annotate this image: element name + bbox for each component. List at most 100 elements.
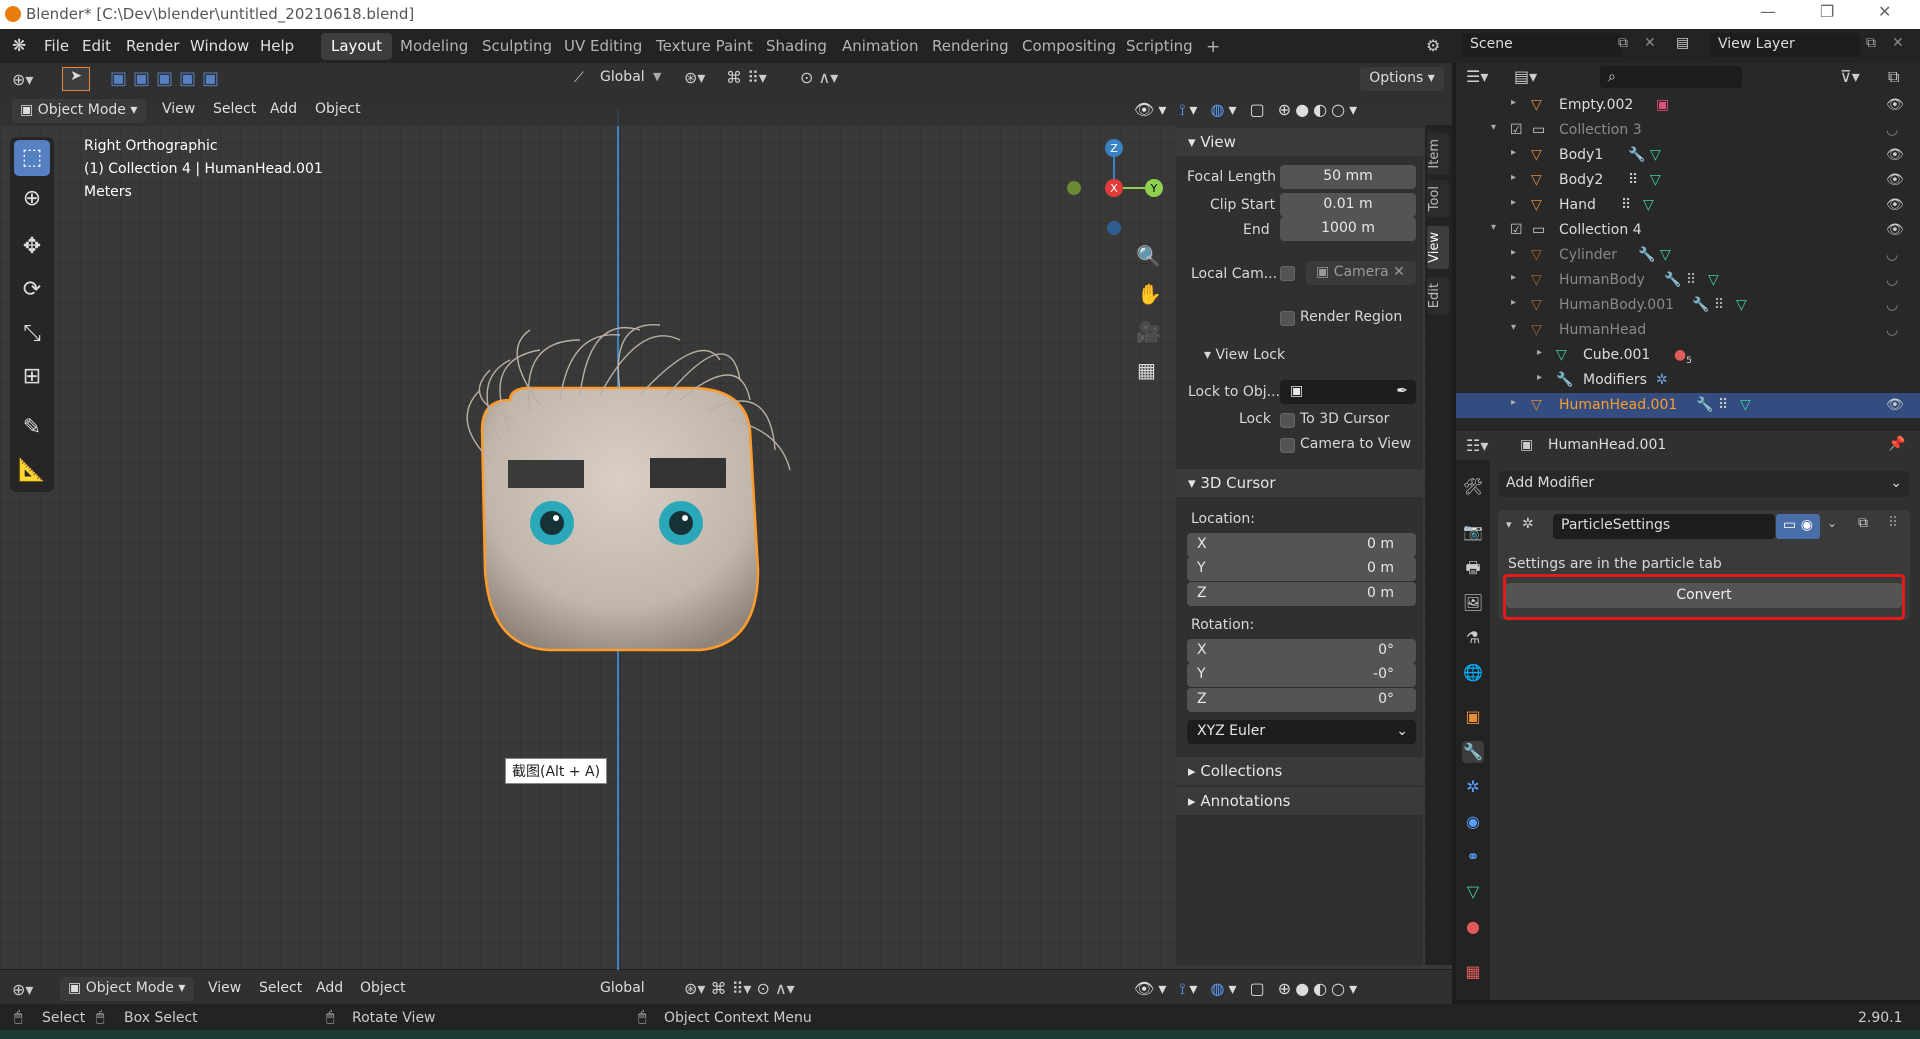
scene-remove-icon[interactable]: ✕ bbox=[1644, 35, 1656, 51]
hidden-icon[interactable]: ◡ bbox=[1886, 272, 1898, 288]
scene-icon[interactable]: ⚙ bbox=[1426, 36, 1440, 55]
texture-properties-icon[interactable]: ▦ bbox=[1462, 961, 1484, 983]
tab-texture-paint[interactable]: Texture Paint bbox=[646, 33, 763, 60]
view-layer-properties-icon[interactable]: 🖼 bbox=[1462, 592, 1484, 614]
outliner-row-body2[interactable]: ▸ ▽ Body2 ⠿ ▽ 👁 bbox=[1456, 168, 1920, 193]
hidden-icon[interactable]: ◡ bbox=[1886, 322, 1898, 338]
scale-tool-icon[interactable]: ⤡ bbox=[14, 316, 50, 352]
visibility-eye-icon[interactable]: 👁 bbox=[1886, 222, 1904, 238]
lock-to-object-field[interactable]: ▣ ✒ bbox=[1280, 380, 1416, 404]
render-region-checkbox[interactable] bbox=[1280, 311, 1295, 326]
local-camera-field[interactable]: ▣ Camera ✕ bbox=[1306, 261, 1416, 285]
menu-window[interactable]: Window bbox=[190, 37, 249, 55]
modifier-options-icon[interactable]: ⧉ bbox=[1858, 515, 1868, 531]
transform-orientation-select[interactable]: Global bbox=[600, 69, 645, 85]
collapse-arrow-icon[interactable]: ▾ bbox=[1506, 518, 1512, 531]
viewport-menu-add[interactable]: Add bbox=[270, 101, 297, 117]
close-icon[interactable]: ✕ bbox=[1878, 2, 1891, 21]
outliner-row-empty-002[interactable]: ▸ ▽ Empty.002 ▣ 👁 bbox=[1456, 93, 1920, 118]
outliner-row-cube-001[interactable]: ▸ ▽ Cube.001 ●5 bbox=[1456, 343, 1920, 368]
outliner-row-humanbody-001[interactable]: ▸ ▽ HumanBody.001 🔧 ⠿ ▽ ◡ bbox=[1456, 293, 1920, 318]
cursor-rotation-x[interactable]: X 0° bbox=[1187, 639, 1416, 663]
viewport-menu-view-2[interactable]: View bbox=[208, 980, 241, 996]
eyedropper-icon[interactable]: ✒ bbox=[1396, 383, 1408, 399]
drag-handle-icon[interactable]: ⠿ bbox=[1888, 515, 1898, 531]
outliner-row-cylinder[interactable]: ▸ ▽ Cylinder 🔧 ▽ ◡ bbox=[1456, 243, 1920, 268]
rotation-mode-select[interactable]: XYZ Euler ⌄ bbox=[1187, 720, 1416, 744]
viewport-menu-view[interactable]: View bbox=[162, 101, 195, 117]
outliner-row-hand[interactable]: ▸ ▽ Hand ⠿ ▽ 👁 bbox=[1456, 193, 1920, 218]
viewport-render-toggle-icons[interactable]: ▭ ◉ bbox=[1776, 514, 1820, 539]
viewport-menu-object[interactable]: Object bbox=[315, 101, 361, 117]
pivot-icon[interactable]: ⊛▾ bbox=[684, 68, 705, 87]
view-layer-icon[interactable]: ▤ bbox=[1676, 35, 1689, 51]
tab-item[interactable]: Item bbox=[1427, 133, 1449, 175]
new-collection-icon[interactable]: ⧉ bbox=[1888, 67, 1899, 87]
rotate-tool-icon[interactable]: ⟳ bbox=[14, 272, 50, 308]
cursor-location-z[interactable]: Z 0 m bbox=[1187, 582, 1416, 606]
particle-properties-icon[interactable]: ✲ bbox=[1462, 776, 1484, 798]
pan-hand-icon[interactable]: ✋ bbox=[1137, 282, 1162, 306]
tab-sculpting[interactable]: Sculpting bbox=[472, 33, 562, 60]
editor-type-icon[interactable]: ⊕▾ bbox=[12, 70, 33, 89]
viewport-menu-select[interactable]: Select bbox=[213, 101, 256, 117]
filter-icon[interactable]: ⊽▾ bbox=[1840, 67, 1860, 86]
cursor-rotation-y[interactable]: Y -0° bbox=[1187, 663, 1416, 687]
expand-arrow-icon[interactable]: ▸ bbox=[1511, 172, 1516, 183]
transform-tool-icon[interactable]: ⊞ bbox=[14, 359, 50, 395]
convert-button[interactable]: Convert bbox=[1506, 583, 1902, 608]
tab-layout[interactable]: Layout bbox=[321, 33, 392, 60]
add-modifier-dropdown[interactable]: Add Modifier ⌄ bbox=[1498, 471, 1910, 497]
tab-scripting[interactable]: Scripting bbox=[1116, 33, 1203, 60]
outliner-row-humanhead[interactable]: ▾ ▽ HumanHead ◡ bbox=[1456, 318, 1920, 343]
clip-end-field[interactable]: 1000 m bbox=[1280, 217, 1416, 241]
scene-properties-icon[interactable]: ⚗ bbox=[1462, 627, 1484, 649]
chevron-down-icon[interactable]: ⌄ bbox=[1827, 516, 1837, 530]
human-head-model[interactable] bbox=[440, 320, 800, 660]
view-lock-header[interactable]: ▾ View Lock bbox=[1204, 347, 1285, 363]
cursor-rotation-z[interactable]: Z 0° bbox=[1187, 688, 1416, 712]
maximize-icon[interactable]: ❐ bbox=[1820, 2, 1834, 21]
tab-rendering[interactable]: Rendering bbox=[922, 33, 1019, 60]
transform-orientation-select-2[interactable]: Global bbox=[600, 980, 645, 996]
tab-tool[interactable]: Tool bbox=[1427, 180, 1449, 218]
viewport-menu-add-2[interactable]: Add bbox=[316, 980, 343, 996]
visibility-eye-icon[interactable]: 👁 bbox=[1886, 172, 1904, 188]
view-section-header[interactable]: ▾ View bbox=[1176, 128, 1423, 156]
collapse-arrow-icon[interactable]: ▾ bbox=[1491, 222, 1496, 233]
outliner-row-collection-3[interactable]: ▾ ☑ ▭ Collection 3 ◡ bbox=[1456, 118, 1920, 143]
viewport-menu-select-2[interactable]: Select bbox=[259, 980, 302, 996]
collapse-arrow-icon[interactable]: ▾ bbox=[1491, 122, 1496, 133]
outliner-row-modifiers[interactable]: ▸ 🔧 Modifiers ✲ bbox=[1456, 368, 1920, 393]
view-layer-remove-icon[interactable]: ✕ bbox=[1892, 35, 1904, 51]
checkbox-checked-icon[interactable]: ☑ bbox=[1510, 222, 1523, 238]
proportional-edit-icon[interactable]: ⊙ ∧▾ bbox=[800, 68, 838, 87]
expand-arrow-icon[interactable]: ▸ bbox=[1511, 97, 1516, 108]
visibility-eye-icon[interactable]: 👁 bbox=[1886, 397, 1904, 413]
expand-arrow-icon[interactable]: ▸ bbox=[1537, 372, 1542, 383]
camera-view-icon[interactable]: 🎥 bbox=[1136, 320, 1161, 344]
blender-menu-icon[interactable]: ❋ bbox=[12, 36, 26, 56]
tool-settings-icon[interactable]: 🛠 bbox=[1462, 476, 1484, 498]
tab-animation[interactable]: Animation bbox=[832, 33, 928, 60]
cursor-location-x[interactable]: X 0 m bbox=[1187, 533, 1416, 557]
snap-icon-2[interactable]: ⊛▾ ⌘ ⠿▾ ⊙ ∧▾ bbox=[684, 979, 795, 998]
visibility-eye-icon[interactable]: 👁 bbox=[1886, 147, 1904, 163]
selection-mode-icons[interactable]: ▣▣▣▣▣ bbox=[110, 68, 225, 89]
annotations-section-header[interactable]: ▸ Annotations bbox=[1176, 787, 1423, 815]
clip-start-field[interactable]: 0.01 m bbox=[1280, 193, 1416, 217]
expand-arrow-icon[interactable]: ▸ bbox=[1537, 347, 1542, 358]
hidden-icon[interactable]: ◡ bbox=[1886, 297, 1898, 313]
select-tool-icon[interactable]: ➤ bbox=[62, 67, 90, 91]
outliner-row-collection-4[interactable]: ▾ ☑ ▭ Collection 4 👁 bbox=[1456, 218, 1920, 243]
visibility-eye-icon[interactable]: 👁 bbox=[1886, 97, 1904, 113]
tab-edit[interactable]: Edit bbox=[1427, 277, 1449, 315]
physics-properties-icon[interactable]: ◉ bbox=[1462, 811, 1484, 833]
expand-arrow-icon[interactable]: ▸ bbox=[1511, 272, 1516, 283]
collections-section-header[interactable]: ▸ Collections bbox=[1176, 757, 1423, 785]
tab-compositing[interactable]: Compositing bbox=[1012, 33, 1126, 60]
mode-select[interactable]: ▣ Object Mode ▾ bbox=[12, 99, 146, 123]
lock-3d-cursor-checkbox[interactable] bbox=[1280, 413, 1295, 428]
scene-new-icon[interactable]: ⧉ bbox=[1618, 35, 1628, 51]
local-camera-checkbox[interactable] bbox=[1280, 266, 1295, 281]
